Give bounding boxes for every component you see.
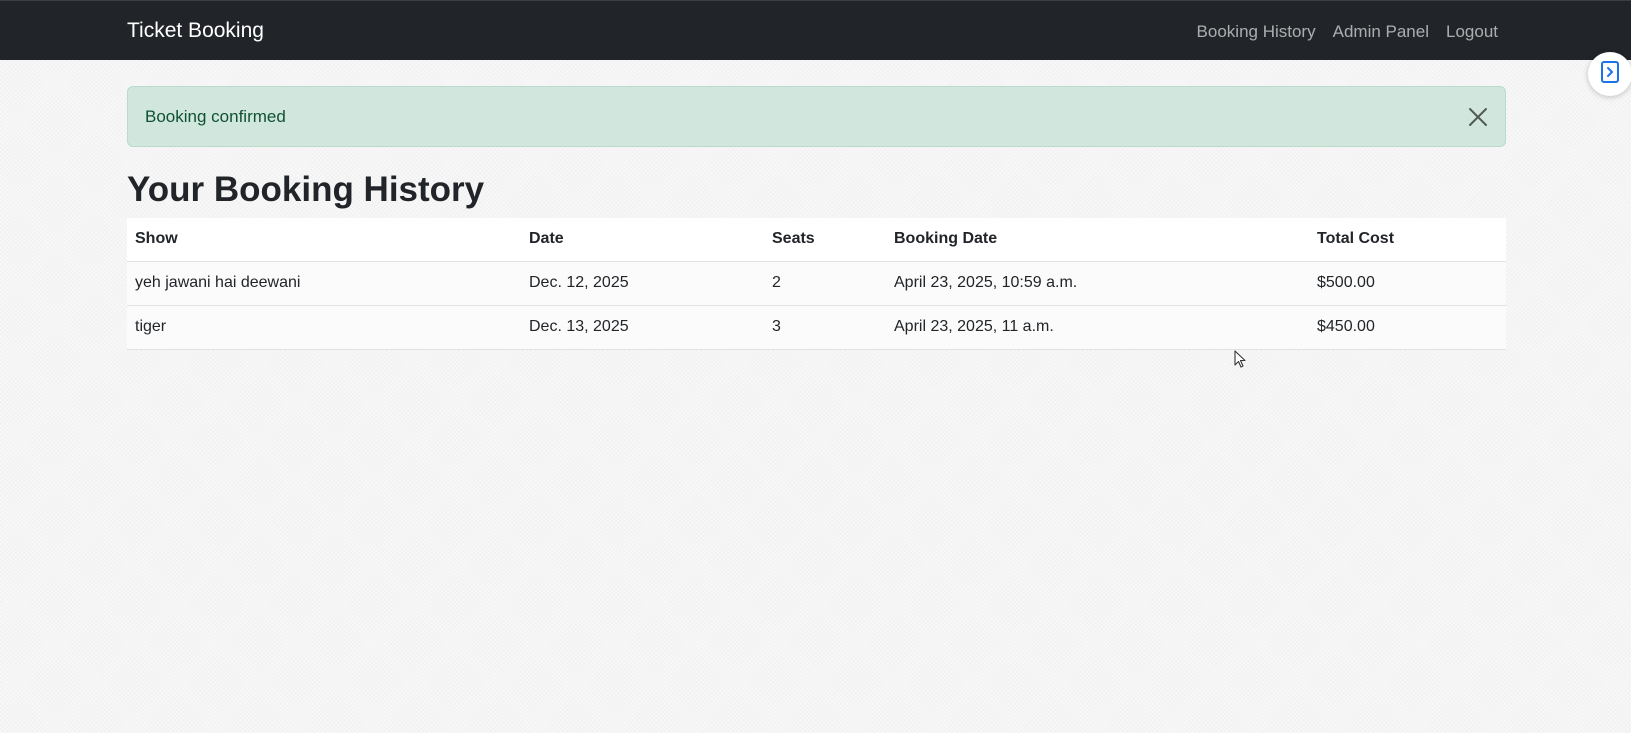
- cell-show: yeh jawani hai deewani: [127, 261, 521, 306]
- column-header-show: Show: [127, 218, 521, 262]
- success-alert: Booking confirmed: [127, 86, 1506, 147]
- table-row: yeh jawani hai deewani Dec. 12, 2025 2 A…: [127, 261, 1506, 306]
- mouse-pointer-icon: [1234, 350, 1248, 370]
- cell-seats: 3: [764, 305, 886, 350]
- navbar: Ticket Booking Booking History Admin Pan…: [0, 0, 1631, 60]
- navbar-brand[interactable]: Ticket Booking: [127, 18, 264, 44]
- document-arrow-icon: [1600, 60, 1620, 88]
- column-header-date: Date: [521, 218, 764, 262]
- table-header-row: Show Date Seats Booking Date Total Cost: [127, 218, 1506, 262]
- cell-date: Dec. 13, 2025: [521, 305, 764, 350]
- cell-date: Dec. 12, 2025: [521, 261, 764, 306]
- column-header-seats: Seats: [764, 218, 886, 262]
- booking-history-table: Show Date Seats Booking Date Total Cost …: [127, 218, 1506, 350]
- cell-seats: 2: [764, 261, 886, 306]
- nav-link-admin-panel[interactable]: Admin Panel: [1333, 20, 1429, 44]
- cell-total-cost: $500.00: [1309, 261, 1506, 306]
- side-widget-button[interactable]: [1588, 52, 1631, 96]
- column-header-booking-date: Booking Date: [886, 218, 1309, 262]
- table-row: tiger Dec. 13, 2025 3 April 23, 2025, 11…: [127, 305, 1506, 350]
- column-header-total-cost: Total Cost: [1309, 218, 1506, 262]
- close-icon[interactable]: [1467, 106, 1489, 128]
- nav-link-booking-history[interactable]: Booking History: [1197, 20, 1316, 44]
- page-title: Your Booking History: [127, 170, 485, 209]
- alert-message: Booking confirmed: [145, 107, 286, 126]
- nav-links: Booking History Admin Panel Logout: [1197, 20, 1498, 44]
- cell-booking-date: April 23, 2025, 11 a.m.: [886, 305, 1309, 350]
- cell-total-cost: $450.00: [1309, 305, 1506, 350]
- cell-booking-date: April 23, 2025, 10:59 a.m.: [886, 261, 1309, 306]
- nav-link-logout[interactable]: Logout: [1446, 20, 1498, 44]
- cell-show: tiger: [127, 305, 521, 350]
